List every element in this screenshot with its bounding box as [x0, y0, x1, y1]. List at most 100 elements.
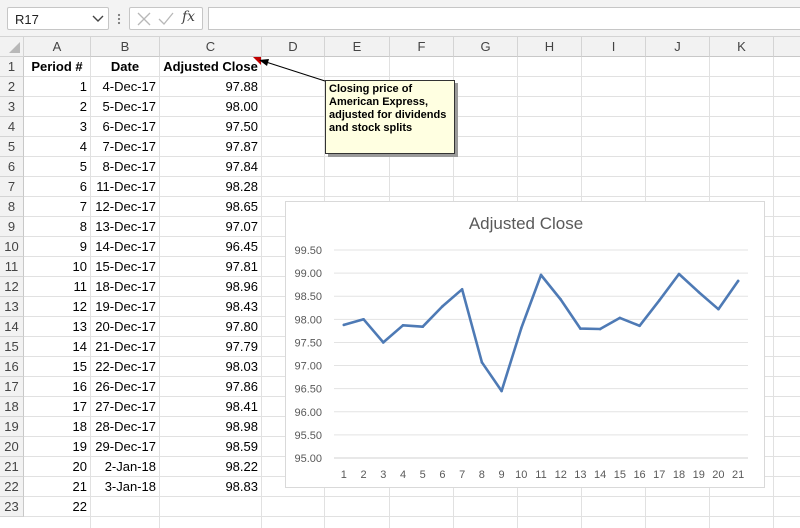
cell-date[interactable]: 13-Dec-17 [91, 217, 159, 237]
data-point[interactable] [342, 323, 346, 327]
insert-function-icon[interactable]: fx [182, 9, 195, 25]
cell-date[interactable]: 2-Jan-18 [91, 457, 159, 477]
cell-date[interactable]: 28-Dec-17 [91, 417, 159, 437]
cancel-icon[interactable] [135, 11, 153, 27]
series-line[interactable] [342, 272, 740, 393]
data-point[interactable] [381, 341, 385, 344]
cell-date[interactable]: 11-Dec-17 [91, 177, 159, 197]
row-header-18[interactable]: 18 [0, 397, 24, 417]
cell-period[interactable]: 1 [24, 77, 90, 97]
data-point[interactable] [401, 324, 405, 327]
line-chart[interactable]: Adjusted Close 95.00 95.50 96.00 96.50 97.00… [285, 201, 765, 488]
data-point[interactable] [519, 326, 523, 330]
cell-period[interactable]: 20 [24, 457, 90, 477]
data-point[interactable] [638, 324, 641, 328]
data-point[interactable] [736, 279, 740, 283]
row-header-8[interactable]: 8 [0, 197, 24, 217]
chevron-down-icon[interactable] [91, 11, 105, 26]
data-point[interactable] [480, 361, 484, 364]
row-header-6[interactable]: 6 [0, 157, 24, 177]
column-header-j[interactable]: J [646, 37, 710, 57]
cell-period[interactable]: 16 [24, 377, 90, 397]
cell-date[interactable]: 7-Dec-17 [91, 137, 159, 157]
cell-date[interactable]: 8-Dec-17 [91, 157, 159, 177]
cell-close[interactable]: 98.96 [160, 277, 261, 297]
column-header-a[interactable]: A [24, 37, 91, 57]
cell-period[interactable]: 17 [24, 397, 90, 417]
header-cell-adjusted-close[interactable]: Adjusted Close [160, 57, 261, 77]
data-point[interactable] [618, 316, 622, 320]
cell-close[interactable]: 98.83 [160, 477, 261, 497]
cell-close[interactable]: 97.50 [160, 117, 261, 137]
cell-date[interactable]: 21-Dec-17 [91, 337, 159, 357]
row-header-14[interactable]: 14 [0, 317, 24, 337]
data-point[interactable] [421, 325, 425, 329]
data-point[interactable] [697, 290, 701, 294]
cell-close[interactable]: 97.80 [160, 317, 261, 337]
column-header-i[interactable]: I [582, 37, 646, 57]
row-header-3[interactable]: 3 [0, 97, 24, 117]
cell-period[interactable]: 6 [24, 177, 90, 197]
cell-date[interactable]: 4-Dec-17 [91, 77, 159, 97]
row-header-7[interactable]: 7 [0, 177, 24, 197]
data-point[interactable] [500, 389, 503, 393]
cell-date[interactable]: 14-Dec-17 [91, 237, 159, 257]
cell-close[interactable]: 97.88 [160, 77, 261, 97]
data-point[interactable] [657, 299, 661, 302]
row-header-4[interactable]: 4 [0, 117, 24, 137]
formula-input[interactable] [208, 7, 800, 30]
data-point[interactable] [539, 273, 543, 277]
cell-close[interactable] [160, 497, 261, 517]
cell-close[interactable]: 98.22 [160, 457, 261, 477]
row-header-23[interactable]: 23 [0, 497, 24, 517]
name-box[interactable]: R17 [7, 7, 109, 30]
cell-comment[interactable]: Closing price of American Express, adjus… [325, 80, 455, 154]
cell-period[interactable]: 13 [24, 317, 90, 337]
cell-date[interactable]: 26-Dec-17 [91, 377, 159, 397]
cell-period[interactable]: 15 [24, 357, 90, 377]
cell-date[interactable]: 6-Dec-17 [91, 117, 159, 137]
cell-period[interactable]: 18 [24, 417, 90, 437]
cell-close[interactable]: 97.07 [160, 217, 261, 237]
cell-period[interactable]: 21 [24, 477, 90, 497]
column-header-b[interactable]: B [91, 37, 160, 57]
cell-period[interactable]: 5 [24, 157, 90, 177]
cell-period[interactable]: 9 [24, 237, 90, 257]
row-header-5[interactable]: 5 [0, 137, 24, 157]
row-header-10[interactable]: 10 [0, 237, 24, 257]
column-header-f[interactable]: F [390, 37, 454, 57]
data-point[interactable] [598, 327, 602, 331]
enter-check-icon[interactable] [157, 11, 175, 27]
data-point[interactable] [717, 307, 720, 311]
column-header-g[interactable]: G [454, 37, 518, 57]
row-header-9[interactable]: 9 [0, 217, 24, 237]
cell-period[interactable]: 10 [24, 257, 90, 277]
column-header-c[interactable]: C [160, 37, 262, 57]
cell-period[interactable]: 12 [24, 297, 90, 317]
row-header-20[interactable]: 20 [0, 437, 24, 457]
cell-close[interactable]: 98.98 [160, 417, 261, 437]
data-point[interactable] [362, 318, 365, 321]
data-point[interactable] [441, 305, 444, 308]
data-point[interactable] [460, 287, 464, 291]
row-header-2[interactable]: 2 [0, 77, 24, 97]
cell-close[interactable]: 96.45 [160, 237, 261, 257]
row-header-15[interactable]: 15 [0, 337, 24, 357]
row-header-17[interactable]: 17 [0, 377, 24, 397]
cell-close[interactable]: 98.59 [160, 437, 261, 457]
data-point[interactable] [579, 327, 582, 330]
cell-close[interactable]: 97.79 [160, 337, 261, 357]
cell-period[interactable]: 14 [24, 337, 90, 357]
cell-date[interactable]: 5-Dec-17 [91, 97, 159, 117]
cell-close[interactable]: 98.03 [160, 357, 261, 377]
column-header-h[interactable]: H [518, 37, 582, 57]
cell-date[interactable]: 18-Dec-17 [91, 277, 159, 297]
cell-close[interactable]: 98.65 [160, 197, 261, 217]
row-header-1[interactable]: 1 [0, 57, 24, 77]
header-cell-date[interactable]: Date [91, 57, 159, 77]
cell-period[interactable]: 19 [24, 437, 90, 457]
cell-close[interactable]: 97.87 [160, 137, 261, 157]
cell-date[interactable]: 20-Dec-17 [91, 317, 159, 337]
cell-date[interactable]: 12-Dec-17 [91, 197, 159, 217]
row-header-13[interactable]: 13 [0, 297, 24, 317]
